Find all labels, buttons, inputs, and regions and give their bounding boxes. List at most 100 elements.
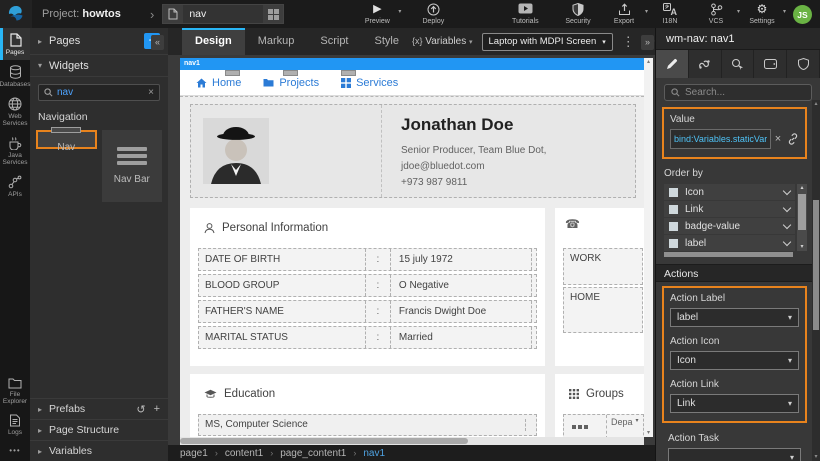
more-actions-icon[interactable]: ⋮ (622, 35, 635, 48)
widgets-section-header[interactable]: ▾ Widgets (30, 55, 168, 77)
widget-handle[interactable] (225, 70, 240, 76)
properties-search-input[interactable] (685, 87, 805, 98)
preview-dropdown-icon[interactable]: ▾ (398, 8, 401, 15)
checkbox[interactable] (669, 188, 678, 197)
settings-dropdown-icon[interactable]: ▾ (783, 8, 786, 15)
page-selector[interactable]: nav (162, 4, 284, 24)
rail-item-file-explorer[interactable]: File Explorer (0, 372, 30, 409)
orderby-item-icon[interactable]: Icon (664, 184, 795, 200)
properties-scrollbar[interactable]: ▴ ▾ (812, 100, 820, 461)
hscroll-thumb[interactable] (180, 438, 468, 444)
chevron-down-icon[interactable] (783, 237, 791, 245)
tab-properties-inspect[interactable] (722, 50, 755, 78)
value-binding-input[interactable] (670, 129, 771, 149)
rail-item-java-services[interactable]: Java Services (0, 131, 30, 170)
bind-link-icon[interactable] (787, 133, 799, 145)
group-department-cell[interactable]: Depa ▾ (606, 415, 641, 437)
checkbox[interactable] (669, 222, 678, 231)
orderby-scrollbar[interactable]: ▴ ▾ (797, 184, 807, 251)
export-button[interactable]: Export ▾ (609, 3, 639, 25)
action-icon-select[interactable]: Icon ▾ (670, 351, 799, 370)
action-label-select[interactable]: label ▾ (670, 308, 799, 327)
orderby-item-badge-value[interactable]: badge-value (664, 218, 795, 234)
profile-card[interactable]: Jonathan Doe Senior Producer, Team Blue … (190, 104, 636, 198)
tab-style[interactable]: Style (362, 28, 412, 55)
orderby-item-link[interactable]: Link (664, 201, 795, 217)
widget-handle[interactable] (283, 70, 298, 76)
orderby-item-label[interactable]: label (664, 235, 795, 251)
pages-grid-icon[interactable] (263, 5, 283, 23)
more-options-icon[interactable]: ••• (0, 440, 30, 461)
tab-properties-device[interactable] (754, 50, 787, 78)
widget-tile-nav[interactable]: Nav (36, 130, 97, 149)
pages-section-header[interactable]: ▸ Pages + (30, 28, 168, 55)
vcs-button[interactable]: VCS ▾ (701, 3, 731, 25)
canvas-horizontal-scrollbar[interactable] (180, 437, 644, 445)
preview-button[interactable]: ▶ Preview ▾ (362, 3, 392, 25)
selected-widget-bar[interactable]: nav1 (180, 58, 644, 70)
scroll-up-icon[interactable]: ▴ (644, 58, 653, 66)
nav-item-projects[interactable]: Projects (263, 77, 319, 89)
checkbox[interactable] (669, 239, 678, 248)
widget-handle[interactable] (341, 70, 356, 76)
table-row[interactable]: BLOOD GROUP : O Negative (198, 274, 537, 297)
nav-item-services[interactable]: Services (341, 77, 398, 89)
breadcrumb-content1[interactable]: content1 (225, 448, 263, 459)
tab-design[interactable]: Design (182, 28, 245, 55)
widget-tile-navbar[interactable]: Nav Bar (102, 130, 162, 202)
export-dropdown-icon[interactable]: ▾ (645, 8, 648, 15)
contact-row-home[interactable]: HOME (563, 287, 643, 333)
table-row[interactable]: DATE OF BIRTH : 15 july 1972 (198, 248, 537, 271)
tutorials-button[interactable]: Tutorials (510, 3, 540, 25)
security-button[interactable]: Security (563, 3, 593, 25)
education-row[interactable]: MS, Computer Science (198, 414, 537, 436)
action-link-select[interactable]: Link ▾ (670, 394, 799, 413)
collapse-left-panel-button[interactable]: « (151, 35, 164, 50)
canvas-vertical-scrollbar[interactable]: ▴ ▾ (644, 58, 653, 437)
tab-markup[interactable]: Markup (245, 28, 308, 55)
rail-item-databases[interactable]: Databases (0, 60, 30, 92)
actions-section-header[interactable]: Actions (656, 264, 820, 282)
user-avatar[interactable]: JS (793, 5, 812, 24)
vcs-dropdown-icon[interactable]: ▾ (737, 8, 740, 15)
rail-item-web-services[interactable]: Web Services (0, 92, 30, 131)
chevron-down-icon[interactable] (783, 203, 791, 211)
breadcrumb-page1[interactable]: page1 (180, 448, 208, 459)
breadcrumb-nav1[interactable]: nav1 (363, 448, 385, 459)
wavemaker-logo[interactable] (0, 0, 32, 28)
properties-scroll-thumb[interactable] (813, 200, 819, 330)
device-selector[interactable]: Laptop with MDPI Screen ▾ (482, 33, 613, 51)
page-structure-section-header[interactable]: ▸ Page Structure (30, 419, 168, 440)
clear-binding-icon[interactable]: × (771, 133, 785, 145)
table-row[interactable]: MARITAL STATUS : Married (198, 326, 537, 349)
chevron-down-icon[interactable] (783, 186, 791, 194)
scroll-down-icon[interactable]: ▾ (644, 429, 653, 437)
groups-row[interactable]: Depa ▾ (563, 414, 644, 437)
deploy-button[interactable]: Deploy (418, 3, 448, 25)
rail-item-pages[interactable]: Pages (0, 28, 30, 60)
properties-search-box[interactable] (664, 84, 812, 101)
action-task-select[interactable]: ▾ (668, 448, 801, 461)
settings-button[interactable]: ⚙ Settings ▾ (747, 3, 777, 25)
rail-item-apis[interactable]: APIs (0, 170, 30, 202)
i18n-button[interactable]: A I18N (655, 3, 685, 25)
rail-item-logs[interactable]: Logs (0, 409, 30, 440)
variables-section-header[interactable]: ▸ Variables (30, 440, 168, 461)
table-row[interactable]: FATHER'S NAME : Francis Dwight Doe (198, 300, 537, 323)
canvas-page[interactable]: nav1 Home Projects Services (180, 58, 644, 437)
chevron-down-icon[interactable] (783, 220, 791, 228)
tab-properties-security[interactable] (787, 50, 820, 78)
widget-search-input[interactable] (53, 87, 148, 98)
tab-properties-edit[interactable] (656, 50, 689, 78)
checkbox[interactable] (669, 205, 678, 214)
tab-script[interactable]: Script (307, 28, 361, 55)
variables-button[interactable]: {x} Variables ▾ (412, 36, 473, 47)
clear-search-icon[interactable]: × (148, 87, 154, 98)
contact-row-work[interactable]: WORK (563, 248, 643, 285)
widget-search-box[interactable]: × (38, 84, 160, 101)
nav-item-home[interactable]: Home (196, 77, 241, 89)
prefabs-section-header[interactable]: ▸ Prefabs ↺ + (30, 398, 168, 419)
tab-properties-bind[interactable] (689, 50, 722, 78)
refresh-prefabs-icon[interactable]: ↺ (136, 403, 145, 416)
breadcrumb-page-content1[interactable]: page_content1 (280, 448, 346, 459)
